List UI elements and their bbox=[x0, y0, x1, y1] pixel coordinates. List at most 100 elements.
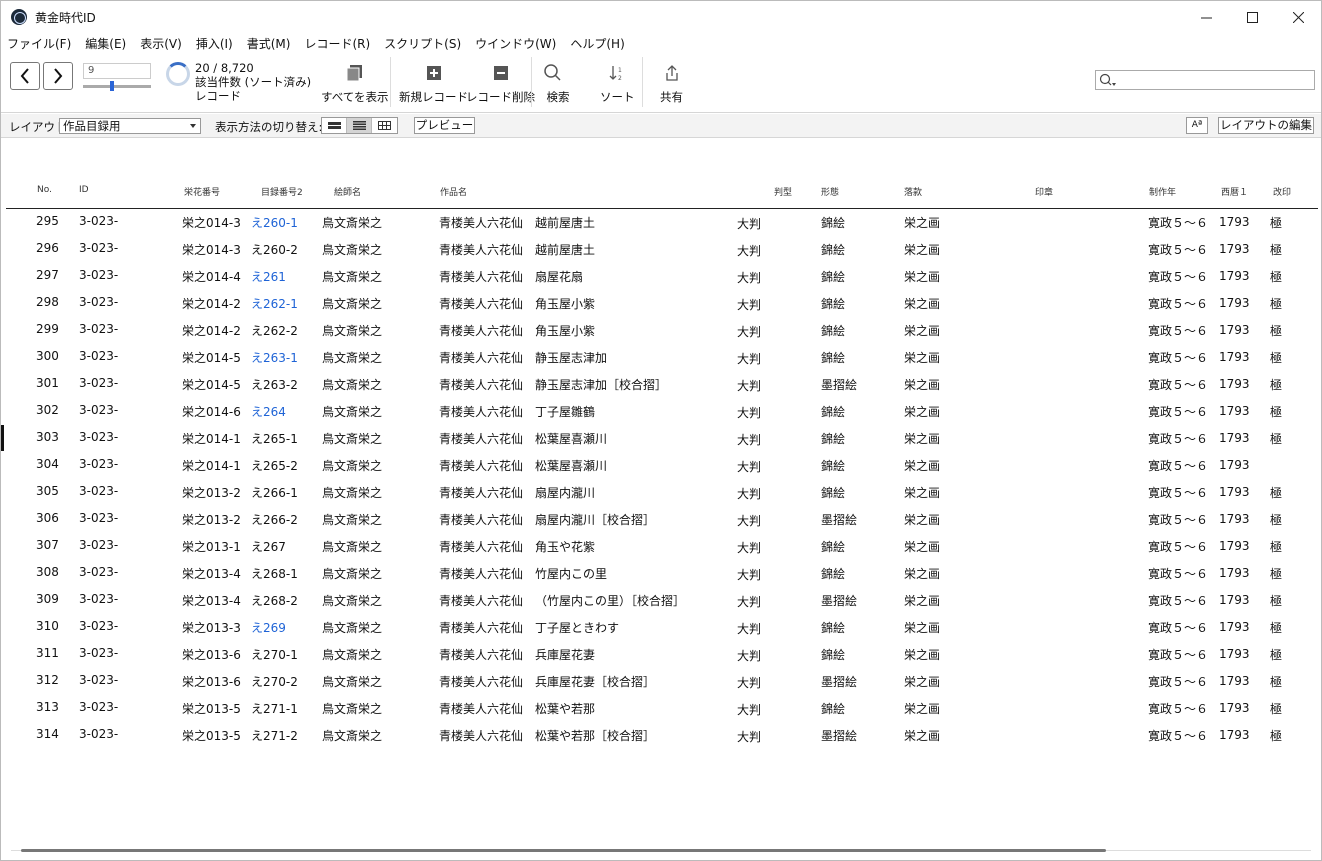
cell-no[interactable]: 305 bbox=[36, 484, 59, 498]
cell-catalog-number[interactable]: え266-1 bbox=[251, 484, 298, 501]
cell-series[interactable]: 青楼美人六花仙 bbox=[439, 700, 523, 717]
cell-censor-seal[interactable]: 極 bbox=[1270, 727, 1282, 744]
cell-series[interactable]: 青楼美人六花仙 bbox=[439, 619, 523, 636]
cell-id[interactable]: 3-023- bbox=[79, 511, 118, 525]
view-as-table-button[interactable] bbox=[372, 118, 397, 133]
cell-size[interactable]: 大判 bbox=[737, 512, 761, 529]
cell-title[interactable]: 兵庫屋花妻 bbox=[535, 646, 595, 663]
cell-title[interactable]: 越前屋唐土 bbox=[535, 241, 595, 258]
cell-no[interactable]: 310 bbox=[36, 619, 59, 633]
cell-eika-number[interactable]: 栄之013-1 bbox=[182, 538, 241, 555]
cell-eika-number[interactable]: 栄之013-2 bbox=[182, 484, 241, 501]
cell-era[interactable]: 寛政５～６ bbox=[1148, 592, 1208, 609]
menu-view[interactable]: 表示(V) bbox=[140, 35, 182, 52]
cell-id[interactable]: 3-023- bbox=[79, 646, 118, 660]
cell-era[interactable]: 寛政５～６ bbox=[1148, 457, 1208, 474]
cell-year[interactable]: 1793 bbox=[1219, 269, 1250, 283]
cell-artist[interactable]: 鳥文斎栄之 bbox=[322, 241, 382, 258]
cell-no[interactable]: 296 bbox=[36, 241, 59, 255]
cell-size[interactable]: 大判 bbox=[737, 701, 761, 718]
cell-id[interactable]: 3-023- bbox=[79, 619, 118, 633]
menu-edit[interactable]: 編集(E) bbox=[85, 35, 126, 52]
cell-no[interactable]: 299 bbox=[36, 322, 59, 336]
cell-era[interactable]: 寛政５～６ bbox=[1148, 214, 1208, 231]
cell-no[interactable]: 306 bbox=[36, 511, 59, 525]
cell-catalog-number[interactable]: え262-2 bbox=[251, 322, 298, 339]
cell-id[interactable]: 3-023- bbox=[79, 457, 118, 471]
cell-signature[interactable]: 栄之画 bbox=[904, 592, 940, 609]
table-row[interactable]: 302 3-023- 栄之014-6 え264 鳥文斎栄之 青楼美人六花仙 丁子屋雛鶴 大判 錦… bbox=[6, 398, 1318, 425]
cell-era[interactable]: 寛政５～６ bbox=[1148, 403, 1208, 420]
cell-id[interactable]: 3-023- bbox=[79, 403, 118, 417]
cell-signature[interactable]: 栄之画 bbox=[904, 646, 940, 663]
cell-form[interactable]: 錦絵 bbox=[821, 538, 845, 555]
table-row[interactable]: 304 3-023- 栄之014-1 え265-2 鳥文斎栄之 青楼美人六花仙 松葉屋喜瀬川… bbox=[6, 452, 1318, 479]
cell-signature[interactable]: 栄之画 bbox=[904, 376, 940, 393]
find-button[interactable]: 検索 bbox=[543, 63, 573, 105]
cell-id[interactable]: 3-023- bbox=[79, 376, 118, 390]
cell-censor-seal[interactable]: 極 bbox=[1270, 619, 1282, 636]
cell-artist[interactable]: 鳥文斎栄之 bbox=[322, 403, 382, 420]
cell-size[interactable]: 大判 bbox=[737, 566, 761, 583]
cell-censor-seal[interactable]: 極 bbox=[1270, 268, 1282, 285]
cell-size[interactable]: 大判 bbox=[737, 647, 761, 664]
cell-catalog-number[interactable]: え262-1 bbox=[251, 295, 298, 312]
cell-artist[interactable]: 鳥文斎栄之 bbox=[322, 538, 382, 555]
cell-series[interactable]: 青楼美人六花仙 bbox=[439, 403, 523, 420]
cell-artist[interactable]: 鳥文斎栄之 bbox=[322, 349, 382, 366]
cell-id[interactable]: 3-023- bbox=[79, 565, 118, 579]
share-button[interactable]: 共有 bbox=[660, 63, 683, 105]
cell-eika-number[interactable]: 栄之013-5 bbox=[182, 700, 241, 717]
cell-form[interactable]: 錦絵 bbox=[821, 646, 845, 663]
cell-form[interactable]: 錦絵 bbox=[821, 484, 845, 501]
cell-era[interactable]: 寛政５～６ bbox=[1148, 322, 1208, 339]
cell-artist[interactable]: 鳥文斎栄之 bbox=[322, 673, 382, 690]
cell-no[interactable]: 297 bbox=[36, 268, 59, 282]
cell-era[interactable]: 寛政５～６ bbox=[1148, 349, 1208, 366]
cell-size[interactable]: 大判 bbox=[737, 431, 761, 448]
cell-no[interactable]: 303 bbox=[36, 430, 59, 444]
show-all-button[interactable]: すべてを表示 bbox=[321, 63, 389, 105]
cell-form[interactable]: 錦絵 bbox=[821, 241, 845, 258]
cell-era[interactable]: 寛政５～６ bbox=[1148, 295, 1208, 312]
cell-signature[interactable]: 栄之画 bbox=[904, 700, 940, 717]
edit-layout-button[interactable]: レイアウトの編集 bbox=[1218, 117, 1314, 134]
cell-eika-number[interactable]: 栄之013-6 bbox=[182, 646, 241, 663]
cell-catalog-number[interactable]: え268-1 bbox=[251, 565, 298, 582]
cell-year[interactable]: 1793 bbox=[1219, 485, 1250, 499]
cell-form[interactable]: 錦絵 bbox=[821, 700, 845, 717]
cell-era[interactable]: 寛政５～６ bbox=[1148, 430, 1208, 447]
cell-year[interactable]: 1793 bbox=[1219, 647, 1250, 661]
cell-form[interactable]: 錦絵 bbox=[821, 214, 845, 231]
cell-year[interactable]: 1793 bbox=[1219, 566, 1250, 580]
cell-censor-seal[interactable]: 極 bbox=[1270, 565, 1282, 582]
cell-year[interactable]: 1793 bbox=[1219, 242, 1250, 256]
cell-censor-seal[interactable]: 極 bbox=[1270, 241, 1282, 258]
view-as-list-button[interactable] bbox=[347, 118, 372, 133]
cell-artist[interactable]: 鳥文斎栄之 bbox=[322, 700, 382, 717]
cell-catalog-number[interactable]: え266-2 bbox=[251, 511, 298, 528]
cell-era[interactable]: 寛政５～６ bbox=[1148, 565, 1208, 582]
cell-year[interactable]: 1793 bbox=[1219, 323, 1250, 337]
cell-title[interactable]: 松葉屋喜瀬川 bbox=[535, 457, 607, 474]
cell-era[interactable]: 寛政５～６ bbox=[1148, 538, 1208, 555]
next-record-button[interactable] bbox=[43, 62, 73, 90]
cell-era[interactable]: 寛政５～６ bbox=[1148, 376, 1208, 393]
cell-no[interactable]: 307 bbox=[36, 538, 59, 552]
cell-artist[interactable]: 鳥文斎栄之 bbox=[322, 457, 382, 474]
cell-year[interactable]: 1793 bbox=[1219, 674, 1250, 688]
menu-records[interactable]: レコード(R) bbox=[304, 35, 370, 52]
cell-era[interactable]: 寛政５～６ bbox=[1148, 700, 1208, 717]
cell-size[interactable]: 大判 bbox=[737, 269, 761, 286]
cell-censor-seal[interactable]: 極 bbox=[1270, 430, 1282, 447]
cell-id[interactable]: 3-023- bbox=[79, 241, 118, 255]
cell-no[interactable]: 300 bbox=[36, 349, 59, 363]
cell-censor-seal[interactable]: 極 bbox=[1270, 700, 1282, 717]
cell-catalog-number[interactable]: え260-2 bbox=[251, 241, 298, 258]
cell-eika-number[interactable]: 栄之014-3 bbox=[182, 241, 241, 258]
cell-title[interactable]: 角玉屋小紫 bbox=[535, 322, 595, 339]
view-as-form-button[interactable] bbox=[322, 118, 347, 133]
cell-title[interactable]: 静玉屋志津加 bbox=[535, 349, 607, 366]
cell-eika-number[interactable]: 栄之014-1 bbox=[182, 430, 241, 447]
menu-format[interactable]: 書式(M) bbox=[247, 35, 291, 52]
